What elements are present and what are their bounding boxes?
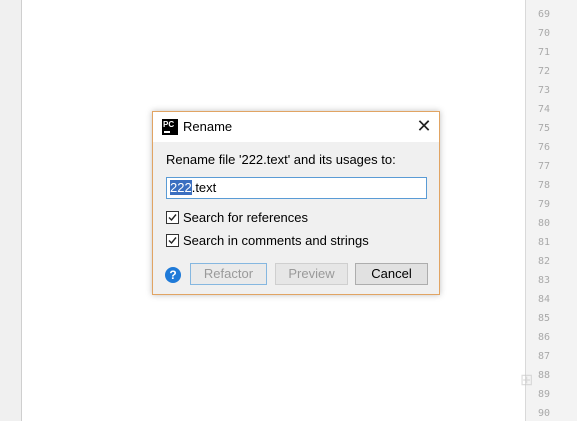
- line-number: 81: [537, 237, 550, 248]
- cancel-button[interactable]: Cancel: [355, 263, 428, 285]
- close-button[interactable]: ✕: [413, 116, 435, 138]
- line-number: 69: [537, 9, 550, 20]
- line-number: 86: [537, 332, 550, 343]
- app-icon-text: PC: [163, 120, 175, 129]
- search-comments-label: Search in comments and strings: [183, 233, 369, 248]
- line-number: 90: [537, 408, 550, 419]
- line-number: 70: [537, 28, 550, 39]
- line-number: 82: [537, 256, 550, 267]
- search-comments-checkbox[interactable]: [166, 234, 179, 247]
- line-number: 76: [537, 142, 550, 153]
- help-icon[interactable]: ?: [165, 267, 181, 283]
- line-number: 80: [537, 218, 550, 229]
- checkmark-icon: [168, 237, 177, 245]
- dialog-title: Rename: [183, 119, 233, 134]
- line-number: 74: [537, 104, 550, 115]
- line-number: 87: [537, 351, 550, 362]
- search-references-checkbox[interactable]: [166, 211, 179, 224]
- input-rest-text: .text: [191, 180, 217, 195]
- search-references-label: Search for references: [183, 210, 309, 225]
- selected-text: 222: [170, 180, 192, 195]
- line-number: 75: [537, 123, 550, 134]
- pycharm-app-icon: PC: [162, 119, 178, 135]
- preview-button[interactable]: Preview: [275, 263, 348, 285]
- search-references-option[interactable]: Search for references: [166, 210, 308, 226]
- new-name-input[interactable]: 222.text: [166, 177, 427, 199]
- line-number: 83: [537, 275, 550, 286]
- rename-prompt: Rename file '222.text' and its usages to…: [166, 152, 396, 167]
- line-number: 77: [537, 161, 550, 172]
- left-panel-strip: [0, 0, 22, 421]
- checkmark-icon: [168, 214, 177, 222]
- rename-dialog: PC Rename ✕ Rename file '222.text' and i…: [152, 111, 440, 295]
- line-number: 72: [537, 66, 550, 77]
- watermark-icon: ⊞: [520, 372, 533, 389]
- search-comments-option[interactable]: Search in comments and strings: [166, 233, 369, 249]
- line-number: 73: [537, 85, 550, 96]
- close-icon: ✕: [416, 116, 432, 136]
- line-number: 89: [537, 389, 550, 400]
- line-number: 79: [537, 199, 550, 210]
- line-number-gutter: 69 70 71 72 73 74 75 76 77 78 79 80 81 82 83 84 85 86 87 88…: [525, 0, 577, 421]
- line-number: 71: [537, 47, 550, 58]
- refactor-button[interactable]: Refactor: [190, 263, 267, 285]
- line-number: 85: [537, 313, 550, 324]
- line-number: 84: [537, 294, 550, 305]
- dialog-titlebar: PC Rename ✕: [153, 112, 439, 142]
- line-number: 78: [537, 180, 550, 191]
